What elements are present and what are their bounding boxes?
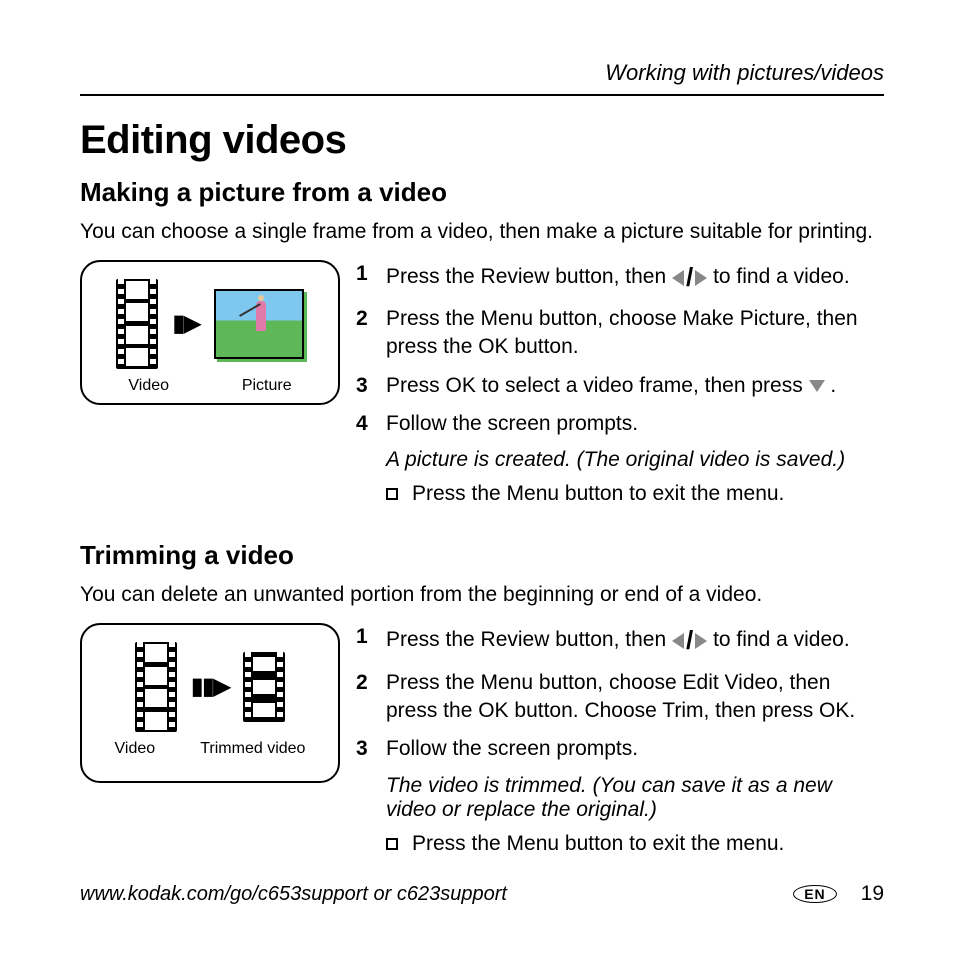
illus1-label-right: Picture — [242, 377, 292, 395]
exit-bullet: Press the Menu button to exit the menu. — [386, 482, 884, 506]
square-bullet-icon — [386, 838, 398, 850]
step-3: Press OK to select a video frame, then p… — [356, 372, 884, 400]
filmstrip-icon — [135, 642, 177, 732]
down-nav-icon — [809, 380, 825, 392]
step-3: Follow the screen prompts. — [356, 735, 884, 763]
picture-thumb-icon — [214, 289, 304, 359]
section2-heading: Trimming a video — [80, 540, 884, 571]
section2-intro: You can delete an unwanted portion from … — [80, 583, 884, 607]
step-2: Press the Menu button, choose Make Pictu… — [356, 305, 884, 362]
illus2-label-left: Video — [115, 740, 156, 758]
section1-steps: Press the Review button, then / to find … — [356, 260, 884, 512]
exit-text: Press the Menu button to exit the menu. — [412, 832, 784, 856]
section1-heading: Making a picture from a video — [80, 177, 884, 208]
arrow-right-icon: ▮▶ — [172, 309, 200, 338]
section1-intro: You can choose a single frame from a vid… — [80, 220, 884, 244]
result-note: The video is trimmed. (You can save it a… — [386, 774, 884, 822]
step-4: Follow the screen prompts. — [356, 410, 884, 438]
arrow-right-icon: ▮▮▶ — [191, 672, 230, 701]
left-right-nav-icon: / — [672, 623, 707, 658]
page-number: 19 — [861, 882, 884, 906]
left-right-nav-icon: / — [672, 260, 707, 295]
step-text: Press OK to select a video frame, then p… — [386, 374, 809, 397]
step-text: to find a video. — [713, 629, 850, 652]
step-text: Press the Review button, then — [386, 265, 672, 288]
chapter-header: Working with pictures/videos — [80, 60, 884, 86]
page-title: Editing videos — [80, 118, 884, 163]
illustration-make-picture: ▮▶ Video Picture — [80, 260, 340, 405]
step-text: . — [830, 374, 836, 397]
step-1: Press the Review button, then / to find … — [356, 623, 884, 658]
filmstrip-short-icon — [243, 652, 285, 722]
result-note: A picture is created. (The original vide… — [386, 448, 884, 472]
exit-bullet: Press the Menu button to exit the menu. — [386, 832, 884, 856]
step-text: to find a video. — [713, 265, 850, 288]
language-badge: EN — [793, 885, 836, 903]
section1-body: ▮▶ Video Picture Press the Review button… — [80, 260, 884, 512]
illustration-trim-video: ▮▮▶ Video Trimmed video — [80, 623, 340, 783]
support-url: www.kodak.com/go/c653support or c623supp… — [80, 883, 507, 906]
step-2: Press the Menu button, choose Edit Video… — [356, 669, 884, 726]
step-text: Press the Review button, then — [386, 629, 672, 652]
illus1-label-left: Video — [128, 377, 169, 395]
section2-steps: Press the Review button, then / to find … — [356, 623, 884, 861]
illus2-label-right: Trimmed video — [200, 740, 305, 758]
exit-text: Press the Menu button to exit the menu. — [412, 482, 784, 506]
step-1: Press the Review button, then / to find … — [356, 260, 884, 295]
section2-body: ▮▮▶ Video Trimmed video Press the Review… — [80, 623, 884, 861]
filmstrip-icon — [116, 279, 158, 369]
page-footer: www.kodak.com/go/c653support or c623supp… — [80, 882, 884, 906]
square-bullet-icon — [386, 488, 398, 500]
header-rule — [80, 94, 884, 96]
